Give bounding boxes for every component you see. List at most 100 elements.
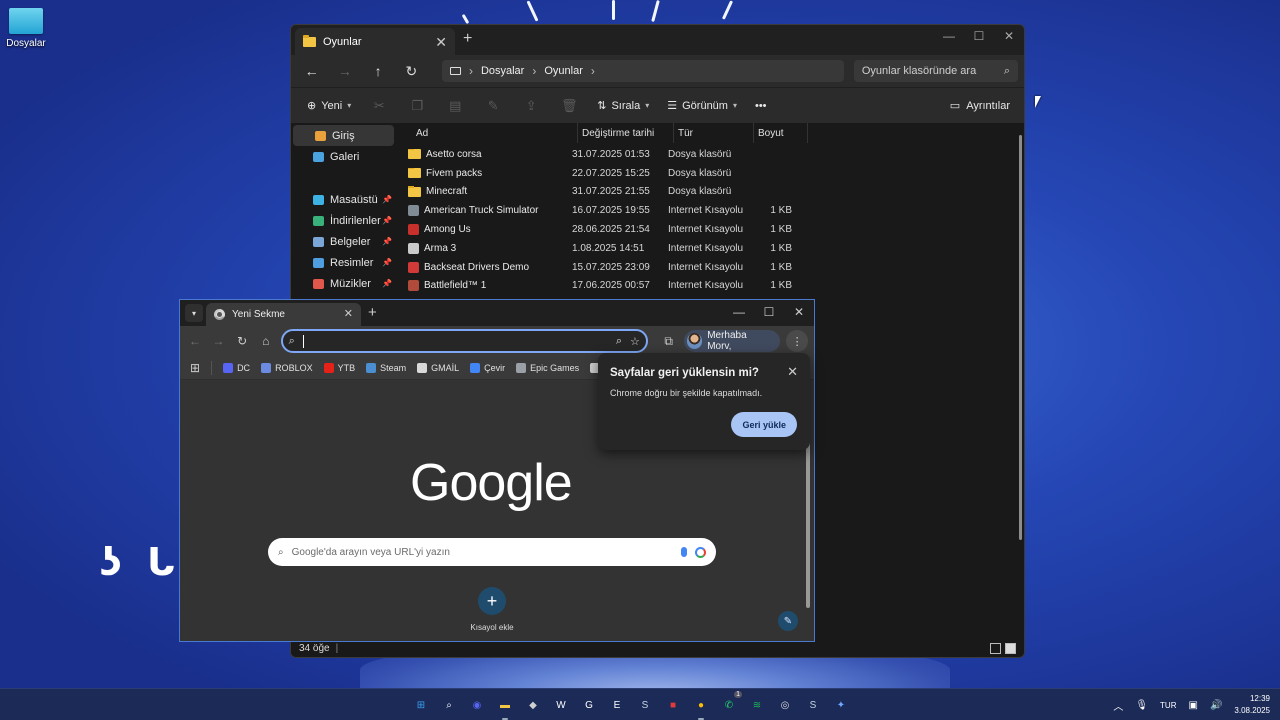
volume-icon[interactable]: 🔊 [1210, 700, 1222, 711]
sidebar-item[interactable]: Müzikler 📌 [291, 273, 396, 294]
restore-button[interactable]: Geri yükle [731, 412, 797, 437]
steam-icon-2[interactable]: S [802, 694, 824, 716]
bookmark-item[interactable]: Epic Games [516, 362, 579, 373]
close-tab-icon[interactable]: ✕ [344, 309, 353, 320]
address-bar[interactable]: › Dosyalar › Oyunlar › [441, 60, 844, 82]
file-row[interactable]: Arma 3 1.08.2025 14:51 Internet Kısayolu 1 … [396, 239, 1024, 258]
breadcrumb-item[interactable]: Oyunlar [544, 65, 583, 77]
zoom-icon[interactable]: ⌕ [616, 335, 622, 348]
sidebar-item[interactable]: İndirilenler 📌 [291, 210, 396, 231]
bookmark-item[interactable]: ROBLOX [261, 362, 313, 373]
bookmark-item[interactable]: YTB [323, 362, 355, 373]
view-button[interactable]: ☰ Görünüm ▾ [661, 93, 743, 119]
file-row[interactable]: American Truck Simulator 16.07.2025 19:55… [396, 201, 1024, 220]
sidebar-item[interactable]: Galeri [291, 146, 396, 167]
cut-icon[interactable]: ✂ [363, 93, 395, 119]
column-header-date[interactable]: Değiştirme tarihi [578, 123, 674, 143]
google-lens-icon[interactable] [695, 546, 706, 558]
menu-kebab-icon[interactable]: ⋮ [786, 330, 808, 352]
pin-icon[interactable]: 📌 [382, 195, 392, 204]
sort-button[interactable]: ⇅ Sırala ▾ [591, 93, 655, 119]
search-input[interactable]: Oyunlar klasöründe ara ⌕ [853, 60, 1018, 82]
extensions-icon[interactable]: ⧉ [660, 331, 678, 351]
pin-icon[interactable]: 📌 [382, 216, 392, 225]
pin-icon[interactable]: 📌 [382, 237, 392, 246]
network-icon[interactable]: ▣ [1189, 700, 1198, 711]
minimize-button[interactable]: — [724, 300, 754, 324]
maximize-button[interactable]: ☐ [964, 25, 994, 47]
close-tab-icon[interactable]: ✕ [435, 35, 447, 49]
close-window-button[interactable]: ✕ [784, 300, 814, 324]
desktop-icon-dosyalar[interactable]: Dosyalar [6, 6, 46, 49]
file-row[interactable]: Backseat Drivers Demo 15.07.2025 23:09 Int… [396, 258, 1024, 277]
sidebar-item[interactable]: Resimler 📌 [291, 252, 396, 273]
explorer-tab[interactable]: Oyunlar ✕ [295, 28, 455, 55]
whatsapp-icon[interactable]: ✆ 1 [718, 691, 742, 716]
delete-icon[interactable]: 🗑 [553, 93, 585, 119]
details-view-icon[interactable] [990, 642, 1001, 654]
column-header-type[interactable]: Tür [674, 123, 754, 143]
apps-grid-icon[interactable]: ⊞ [190, 361, 200, 375]
bookmark-item[interactable]: Çevir [470, 362, 505, 373]
steam-icon[interactable]: S [634, 694, 656, 716]
obs-icon[interactable]: ◎ [774, 694, 796, 716]
back-button[interactable]: ← [297, 58, 326, 84]
bookmark-item[interactable]: DC [223, 362, 250, 373]
file-row[interactable]: Among Us 28.06.2025 21:54 Internet Kısayol… [396, 220, 1024, 239]
file-row[interactable]: Battlefield™ 1 17.06.2025 00:57 Internet K… [396, 277, 1024, 296]
bookmark-item[interactable]: GMAİL [417, 362, 459, 373]
back-button[interactable]: ← [186, 331, 204, 351]
refresh-button[interactable]: ↻ [397, 58, 426, 84]
file-explorer-icon[interactable]: ▬ [494, 694, 516, 720]
windows-start-icon[interactable]: ⊞ [410, 694, 432, 716]
sidebar-item[interactable]: Giriş [293, 125, 394, 146]
microphone-icon[interactable]: 🎙 [1135, 700, 1148, 711]
tab-search-button[interactable]: ▾ [185, 304, 203, 322]
vertical-scrollbar[interactable] [1019, 135, 1022, 540]
microphone-icon[interactable] [681, 547, 687, 557]
app-icon[interactable]: ✦ [830, 694, 852, 716]
red-app-icon[interactable]: ■ [662, 694, 684, 716]
more-options-icon[interactable]: ••• [749, 93, 773, 119]
share-icon[interactable]: ⇪ [515, 93, 547, 119]
rename-icon[interactable]: ✎ [477, 93, 509, 119]
clock[interactable]: 12:39 3.08.2025 [1234, 693, 1270, 717]
breadcrumb-item[interactable]: Dosyalar [481, 65, 524, 77]
chevron-right-icon[interactable]: › [591, 64, 595, 78]
customize-pencil-icon[interactable]: ✎ [778, 611, 798, 631]
reload-button[interactable]: ↻ [233, 331, 251, 351]
new-tab-button[interactable]: + [463, 30, 472, 48]
column-header-size[interactable]: Boyut [754, 123, 808, 143]
sidebar-item[interactable]: Belgeler 📌 [291, 231, 396, 252]
google-search-box[interactable]: ⌕ Google'da arayın veya URL'yi yazın [268, 538, 716, 566]
unity-icon[interactable]: ◆ [522, 694, 544, 716]
language-indicator[interactable]: TUR [1160, 701, 1176, 710]
file-row[interactable]: Minecraft 31.07.2025 21:55 Dosya klasörü [396, 183, 1024, 202]
details-button[interactable]: ▭ Ayrıntılar [950, 99, 1014, 113]
discord-icon[interactable]: ◉ [466, 694, 488, 716]
pin-icon[interactable]: 📌 [382, 279, 392, 288]
close-icon[interactable]: ✕ [787, 365, 798, 378]
new-button[interactable]: ⊕ Yeni ▾ [301, 93, 357, 119]
omnibox[interactable]: ⌕ ⌕ ☆ [280, 329, 648, 353]
forward-button[interactable]: → [330, 58, 359, 84]
chrome-tab[interactable]: Yeni Sekme ✕ [206, 303, 361, 326]
add-shortcut-button[interactable]: + Kısayol ekle [468, 587, 516, 632]
bookmark-star-icon[interactable]: ☆ [630, 335, 640, 348]
close-window-button[interactable]: ✕ [994, 25, 1024, 47]
sidebar-item[interactable]: Masaüstü 📌 [291, 189, 396, 210]
up-button[interactable]: ↑ [363, 58, 392, 84]
file-row[interactable]: Asetto corsa 31.07.2025 01:53 Dosya klasör… [396, 145, 1024, 164]
wattpad-icon[interactable]: W [550, 694, 572, 716]
forward-button[interactable]: → [210, 331, 228, 351]
home-button[interactable]: ⌂ [257, 331, 275, 351]
maximize-button[interactable]: ☐ [754, 300, 784, 324]
chrome-icon[interactable]: ● [690, 694, 712, 720]
spotify-icon[interactable]: ≋ [746, 694, 768, 716]
profile-button[interactable]: Merhaba Morv, [683, 330, 781, 352]
new-tab-button[interactable]: + [368, 304, 377, 321]
minimize-button[interactable]: — [934, 25, 964, 47]
column-header-name[interactable]: Ad [396, 123, 578, 143]
search-icon[interactable]: ⌕ [438, 694, 460, 716]
copy-icon[interactable]: ❐ [401, 93, 433, 119]
